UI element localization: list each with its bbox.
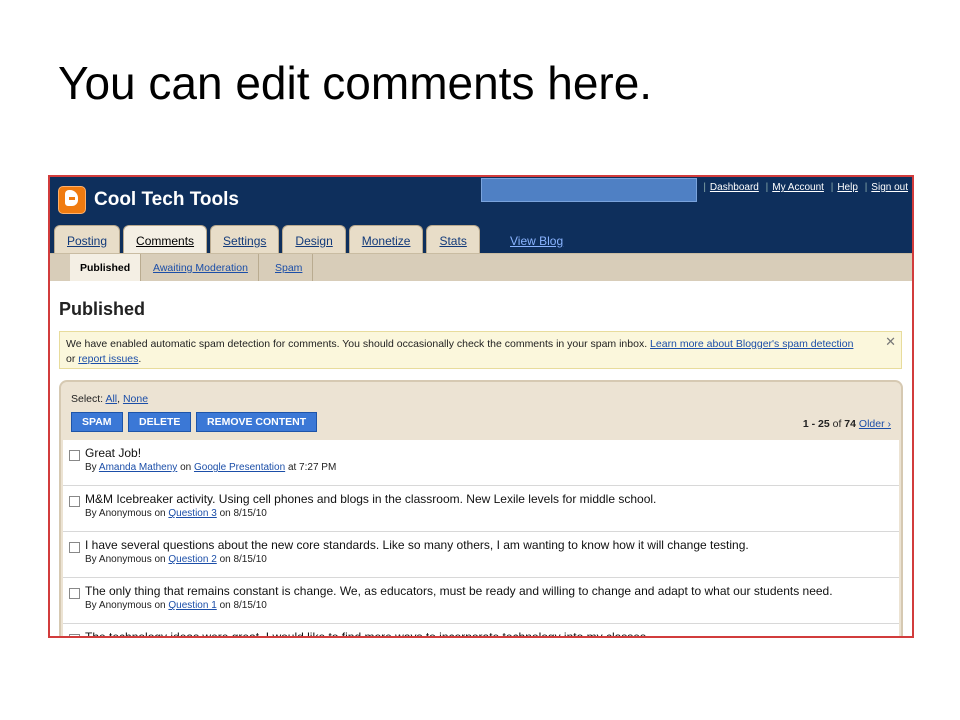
pager-of: of: [832, 418, 842, 430]
remove-content-button[interactable]: REMOVE CONTENT: [196, 412, 318, 432]
notice-or: or: [66, 353, 76, 365]
meta-time: on 8/15/10: [219, 508, 267, 519]
comment-text: M&M Icebreaker activity. Using cell phon…: [85, 492, 657, 506]
top-bar: Cool Tech Tools | Dashboard | My Account |…: [50, 177, 912, 282]
subtab-awaiting-moderation[interactable]: Awaiting Moderation: [143, 254, 259, 282]
author-name: Anonymous: [98, 600, 152, 611]
pager-total: 74: [844, 418, 856, 430]
page-title: Published: [59, 299, 146, 319]
post-link[interactable]: Question 1: [168, 600, 216, 611]
meta-on: on: [154, 600, 166, 611]
comment-row: The technology ideas were great. I would…: [63, 624, 899, 638]
blogger-logo-icon: [58, 186, 86, 214]
comment-text: The only thing that remains constant is …: [85, 584, 833, 598]
post-link[interactable]: Question 2: [168, 554, 216, 565]
comment-row: Great Job! By Amanda Matheny on Google P…: [63, 440, 899, 486]
author-name: Anonymous: [98, 508, 152, 519]
meta-on: on: [154, 554, 166, 565]
blogger-screenshot: Cool Tech Tools | Dashboard | My Account |…: [48, 175, 914, 638]
post-link[interactable]: Google Presentation: [194, 462, 285, 473]
comment-meta: By Anonymous on Question 1 on 8/15/10: [85, 600, 267, 611]
tab-monetize[interactable]: Monetize: [348, 225, 424, 253]
view-blog-link[interactable]: View Blog: [510, 234, 563, 248]
tab-settings[interactable]: Settings: [210, 225, 280, 253]
main-tabs: Posting Comments Settings Design Monetiz…: [54, 225, 483, 254]
blog-title: Cool Tech Tools: [94, 189, 239, 210]
meta-by: By: [85, 508, 97, 519]
comment-meta: By Amanda Matheny on Google Presentation…: [85, 462, 336, 473]
comment-checkbox[interactable]: [69, 588, 80, 599]
meta-time: on 8/15/10: [219, 554, 267, 565]
author-link[interactable]: Amanda Matheny: [99, 462, 177, 473]
comment-row: I have several questions about the new c…: [63, 532, 899, 578]
subtab-published[interactable]: Published: [70, 254, 142, 282]
my-account-link[interactable]: My Account: [772, 182, 824, 193]
comment-row: The only thing that remains constant is …: [63, 578, 899, 624]
author-name: Anonymous: [98, 554, 152, 565]
spam-button[interactable]: SPAM: [71, 412, 123, 432]
comment-subtabs: Published Awaiting Moderation Spam: [50, 253, 912, 282]
comment-meta: By Anonymous on Question 3 on 8/15/10: [85, 508, 267, 519]
spam-notice: We have enabled automatic spam detection…: [59, 331, 902, 369]
learn-more-link[interactable]: Learn more about Blogger's spam detectio…: [650, 338, 853, 350]
comment-checkbox[interactable]: [69, 450, 80, 461]
comment-text: The technology ideas were great. I would…: [85, 630, 650, 638]
meta-time: on 8/15/10: [219, 600, 267, 611]
pager: 1 - 25 of 74 Older ›: [803, 418, 891, 430]
close-icon[interactable]: ✕: [885, 334, 896, 349]
tab-posting[interactable]: Posting: [54, 225, 121, 253]
meta-time: at 7:27 PM: [287, 462, 337, 473]
meta-by: By: [85, 600, 97, 611]
dashboard-link[interactable]: Dashboard: [710, 182, 759, 193]
meta-on: on: [180, 462, 192, 473]
comments-panel: Select: All, None SPAM DELETE REMOVE CON…: [59, 380, 903, 638]
tab-design[interactable]: Design: [282, 225, 346, 253]
main-content: Published We have enabled automatic spam…: [50, 281, 912, 636]
comment-checkbox[interactable]: [69, 496, 80, 507]
meta-by: By: [85, 554, 97, 565]
tab-stats[interactable]: Stats: [426, 225, 480, 253]
select-sep: ,: [117, 393, 121, 405]
meta-on: on: [154, 508, 166, 519]
notice-period: .: [138, 353, 142, 365]
sign-out-link[interactable]: Sign out: [871, 182, 908, 193]
comment-checkbox[interactable]: [69, 634, 80, 636]
comment-text: Great Job!: [85, 446, 142, 460]
delete-button[interactable]: DELETE: [128, 412, 192, 432]
comment-list: Great Job! By Amanda Matheny on Google P…: [63, 440, 899, 638]
report-issues-link[interactable]: report issues: [78, 353, 138, 365]
notice-text: We have enabled automatic spam detection…: [66, 338, 648, 350]
tab-comments[interactable]: Comments: [123, 225, 208, 254]
account-links: | Dashboard | My Account | Help | Sign out: [703, 182, 908, 193]
older-link[interactable]: Older ›: [859, 418, 891, 430]
subtab-spam[interactable]: Spam: [265, 254, 314, 282]
select-row: Select: All, None: [71, 393, 148, 405]
post-link[interactable]: Question 3: [168, 508, 216, 519]
select-none-link[interactable]: None: [123, 393, 148, 405]
meta-by: By: [85, 462, 97, 473]
slide-title: You can edit comments here.: [58, 57, 653, 109]
comment-checkbox[interactable]: [69, 542, 80, 553]
pager-range: 1 - 25: [802, 418, 830, 430]
help-link[interactable]: Help: [837, 182, 858, 193]
comment-row: M&M Icebreaker activity. Using cell phon…: [63, 486, 899, 532]
search-input[interactable]: [481, 178, 697, 202]
comment-text: I have several questions about the new c…: [85, 538, 749, 552]
select-label: Select:: [71, 393, 104, 405]
comment-meta: By Anonymous on Question 2 on 8/15/10: [85, 554, 267, 565]
select-all-link[interactable]: All: [105, 393, 117, 405]
